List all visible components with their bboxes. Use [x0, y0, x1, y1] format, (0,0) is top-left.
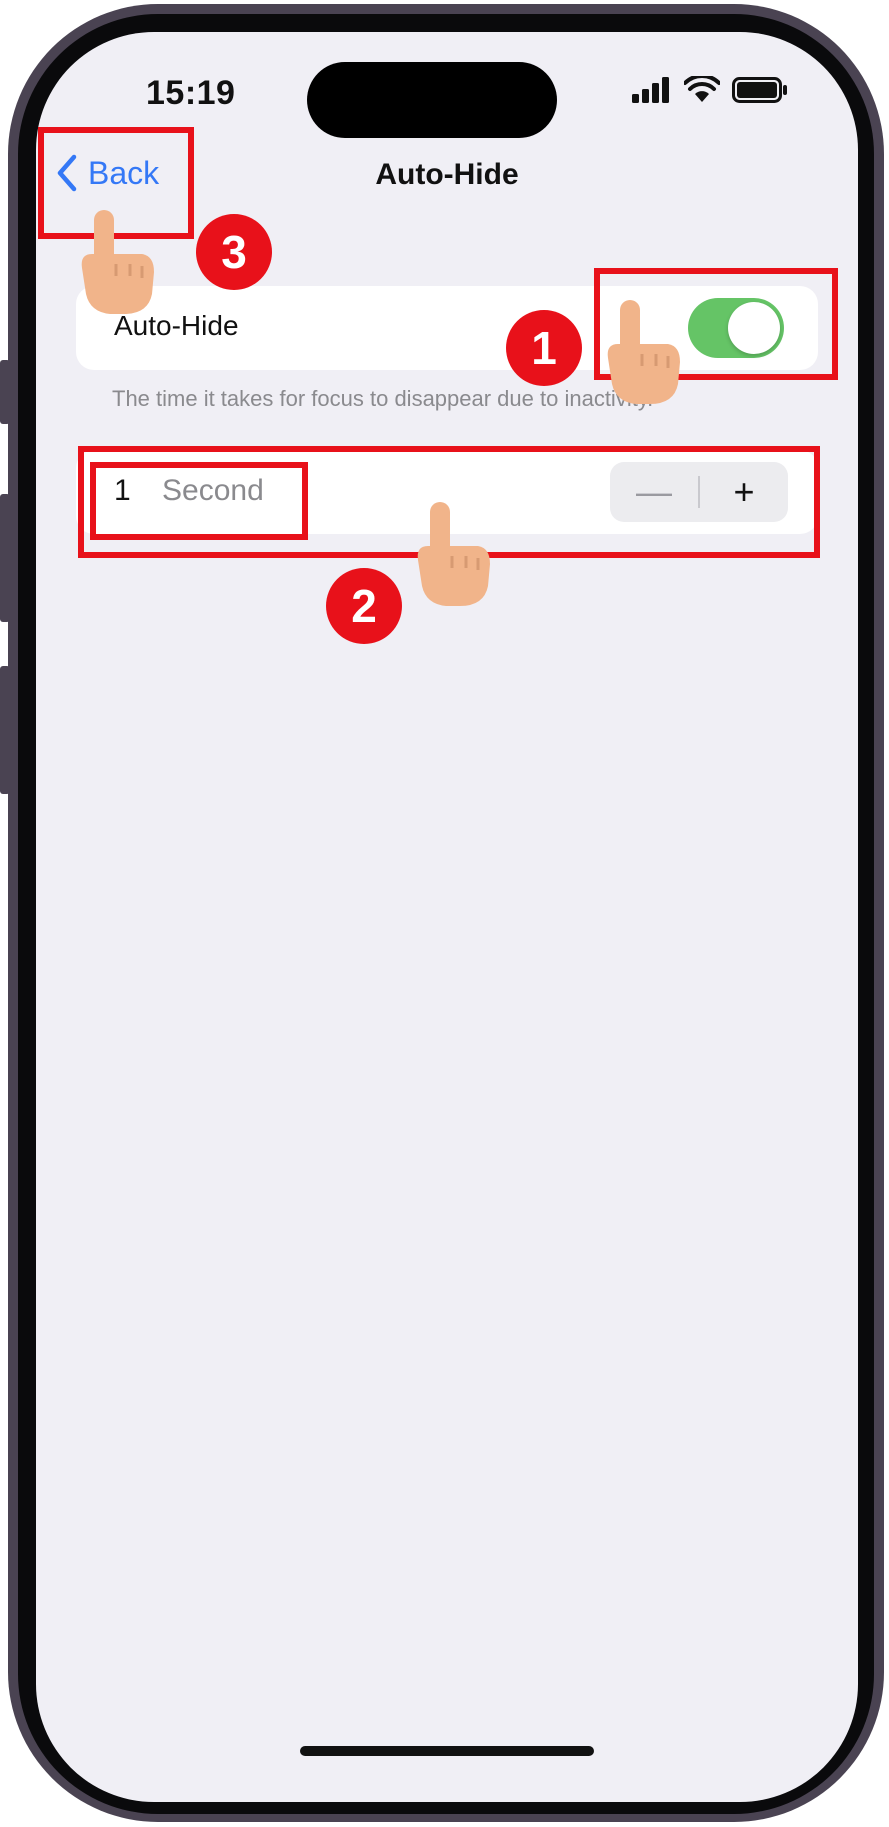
- pointing-hand-icon: [607, 300, 680, 404]
- volume-up-button: [0, 494, 10, 622]
- battery-icon: [732, 77, 787, 103]
- pointing-hand-icon: [417, 502, 490, 606]
- wifi-icon: [684, 76, 720, 102]
- action-button: [0, 360, 10, 424]
- step-badge-1: 1: [506, 310, 582, 386]
- auto-hide-footnote: The time it takes for focus to disappear…: [112, 386, 654, 411]
- volume-down-button: [0, 666, 10, 794]
- dynamic-island: [307, 62, 557, 138]
- cellular-signal-icon: [632, 77, 669, 103]
- pointing-hand-icon: [81, 210, 154, 314]
- status-time: 15:19: [146, 74, 236, 112]
- highlight-duration-value: [90, 462, 308, 540]
- step-badge-2: 2: [326, 568, 402, 644]
- status-icons: [632, 76, 788, 104]
- step-badge-3: 3: [196, 214, 272, 290]
- home-indicator: [300, 1746, 594, 1756]
